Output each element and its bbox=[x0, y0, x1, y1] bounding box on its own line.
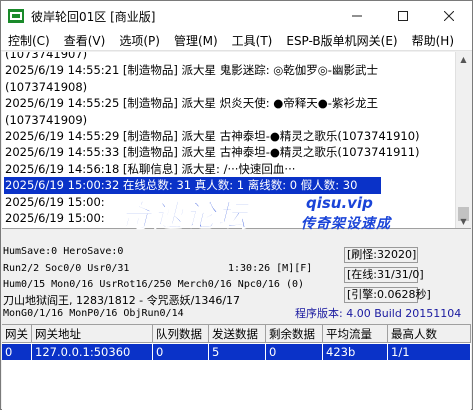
log-line[interactable]: 2025/6/19 15:00: bbox=[5, 194, 455, 210]
log-line[interactable]: 2025/6/19 14:55:33 [制造物品] 派大星 古神泰坦-●精灵之歌… bbox=[5, 144, 455, 160]
window-title: 彼岸轮回01区 [商业版] bbox=[31, 10, 156, 24]
minimize-icon bbox=[352, 15, 362, 17]
menu-bar: 控制(C) 查看(V) 选项(P) 管理(M) 工具(T) ESP-B版单机网关… bbox=[1, 31, 472, 51]
online-count-box: [在线:31/31/0] bbox=[344, 267, 424, 283]
engine-time-box: [引擎:0.0628秒] bbox=[344, 287, 431, 303]
menu-tools[interactable]: 工具(T) bbox=[225, 31, 280, 51]
table-cell: 0 bbox=[153, 344, 209, 360]
run-stat: Run2/2 Soc0/0 Usr0/31 bbox=[3, 263, 130, 274]
column-header[interactable]: 最高人数 bbox=[388, 325, 471, 343]
maximize-button[interactable] bbox=[380, 1, 426, 31]
column-header[interactable]: 网关 bbox=[2, 325, 32, 343]
maximize-icon bbox=[398, 11, 408, 21]
log-line[interactable]: 2025/6/19 14:55:25 [制造物品] 派大星 炽炎天使: ●帝释天… bbox=[5, 95, 455, 111]
gateway-table: 网关 网关地址 队列数据 发送数据 剩余数据 平均流量 最高人数 0 127.0… bbox=[2, 324, 471, 410]
log-scrollbar[interactable]: ▲ ▼ bbox=[455, 52, 471, 228]
main-window: 彼岸轮回01区 [商业版] 控制(C) 查看(V) 选项(P) 管理(M) 工具… bbox=[0, 0, 473, 410]
column-header[interactable]: 平均流量 bbox=[323, 325, 388, 343]
table-cell: 0 bbox=[2, 344, 32, 360]
stats-panel: HumSave:0 HeroSave:0 Run2/2 Soc0/0 Usr0/… bbox=[2, 243, 471, 321]
scroll-up-icon[interactable]: ▲ bbox=[459, 55, 468, 64]
column-header[interactable]: 剩余数据 bbox=[266, 325, 323, 343]
menu-gateway[interactable]: ESP-B版单机网关(E) bbox=[279, 31, 404, 51]
close-button[interactable] bbox=[426, 1, 472, 31]
log-panel[interactable]: (1073741907) 2025/6/19 14:55:21 [制造物品] 派… bbox=[2, 52, 471, 229]
log-line[interactable]: 2025/6/19 14:55:29 [制造物品] 派大星 古神泰坦-●精灵之歌… bbox=[5, 128, 455, 144]
log-line[interactable]: (1073741909) bbox=[5, 112, 455, 128]
log-line[interactable]: (1073741908) bbox=[5, 79, 455, 95]
table-cell: 127.0.0.1:50360 bbox=[32, 344, 153, 360]
table-cell: 1/1 bbox=[388, 344, 471, 360]
minimize-button[interactable] bbox=[334, 1, 380, 31]
refresh-count-box: [刷怪:32020] bbox=[344, 247, 418, 263]
table-cell: 423b bbox=[323, 344, 388, 360]
log-line[interactable]: (1073741907) bbox=[5, 52, 455, 62]
hum-stat: Hum0/15 Mon0/16 UsrRot16/250 Merch0/16 N… bbox=[3, 279, 305, 290]
menu-manage[interactable]: 管理(M) bbox=[167, 31, 225, 51]
scroll-down-icon[interactable]: ▼ bbox=[459, 217, 468, 226]
log-line[interactable]: 2025/6/19 14:55:21 [制造物品] 派大星 鬼影迷踪: ◎乾伽罗… bbox=[5, 62, 455, 78]
boss-stat: 刀山地狱阎王, 1283/1812 - 令咒恶妖/1346/17 bbox=[3, 294, 241, 307]
log-lines: (1073741907) 2025/6/19 14:55:21 [制造物品] 派… bbox=[4, 52, 455, 226]
table-header: 网关 网关地址 队列数据 发送数据 剩余数据 平均流量 最高人数 bbox=[2, 325, 471, 343]
app-icon bbox=[8, 9, 24, 23]
column-header[interactable]: 队列数据 bbox=[153, 325, 209, 343]
log-line-selected[interactable]: 2025/6/19 15:00:32 在线总数: 31 真人数: 1 离线数: … bbox=[4, 177, 381, 194]
program-version: 程序版本: 4.00 Build 20151104 bbox=[295, 307, 462, 320]
menu-options[interactable]: 选项(P) bbox=[112, 31, 167, 51]
column-header[interactable]: 发送数据 bbox=[209, 325, 266, 343]
table-row[interactable]: 0 127.0.0.1:50360 0 5 0 423b 1/1 bbox=[2, 344, 471, 360]
log-line[interactable]: 2025/6/19 15:00: bbox=[5, 210, 455, 226]
menu-view[interactable]: 查看(V) bbox=[57, 31, 113, 51]
table-cell: 0 bbox=[266, 344, 323, 360]
table-cell: 5 bbox=[209, 344, 266, 360]
hum-save-stat: HumSave:0 HeroSave:0 bbox=[3, 246, 124, 257]
log-line[interactable]: 2025/6/19 14:56:18 [私聊信息] 派大星: /···快速回血·… bbox=[5, 161, 455, 177]
title-bar[interactable]: 彼岸轮回01区 [商业版] bbox=[1, 1, 472, 31]
uptime-stat: 1:30:26 [M][F] bbox=[228, 263, 313, 274]
menu-help[interactable]: 帮助(H) bbox=[405, 31, 461, 51]
mon-gen-stat: MonG0/1/16 MonP0/16 ObjRun0/14 bbox=[3, 308, 184, 319]
close-icon bbox=[444, 11, 454, 21]
column-header[interactable]: 网关地址 bbox=[32, 325, 153, 343]
menu-control[interactable]: 控制(C) bbox=[1, 31, 57, 51]
